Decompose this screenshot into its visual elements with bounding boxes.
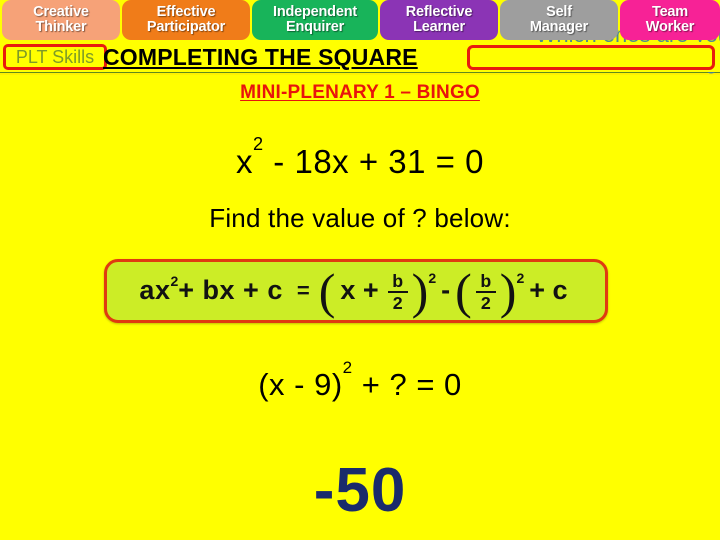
formula-close-paren-2: ) — [499, 263, 517, 320]
plt-pill-team-worker[interactable]: Team Worker — [620, 0, 720, 40]
plt-skill-pill-strip: Creative Thinker Effective Participator … — [0, 0, 720, 42]
plt-pill-reflective-learner[interactable]: Reflective Learner — [380, 0, 498, 40]
equation-two-exponent: 2 — [342, 358, 353, 378]
formula-minus-sign: - — [441, 275, 451, 306]
answer-input-box[interactable] — [467, 45, 715, 70]
plt-skills-badge[interactable]: PLT Skills — [3, 44, 107, 70]
plt-pill-creative-thinker-line1: Creative — [33, 4, 89, 21]
final-answer-value: -50 — [313, 456, 407, 525]
plt-skills-label: PLT Skills — [15, 46, 95, 67]
page-title: COMPLETING THE SQUARE — [103, 43, 418, 70]
equation-to-solve: x2 - 18x + 31 = 0 — [0, 134, 720, 181]
formula-lhs-rest: + bx + c — [178, 275, 283, 306]
completing-the-square-formula: ax 2 + bx + c = ( x + b 2 ) 2 - ( b 2 ) 2 +… — [139, 263, 572, 320]
completed-square-equation: (x - 9)2 + ? = 0 — [0, 358, 720, 403]
formula-exponent-1: 2 — [428, 269, 437, 286]
formula-fraction-2: b 2 — [475, 270, 496, 314]
plt-pill-effective-participator-line1: Effective — [156, 4, 216, 21]
equation-one-exponent: 2 — [253, 133, 264, 154]
formula-inside-term-1: x + — [340, 275, 379, 306]
instruction-text: Find the value of ? below: — [209, 203, 511, 233]
plt-pill-self-manager-line1: Self — [546, 4, 572, 21]
formula-fraction-2-denominator: 2 — [480, 293, 491, 314]
formula-fraction-2-numerator: b — [480, 270, 492, 291]
plt-pill-team-worker-line2: Worker — [645, 19, 695, 35]
formula-lhs: ax — [139, 275, 171, 306]
plt-pill-independent-enquirer-line2: Enquirer — [285, 19, 345, 35]
plt-pill-self-manager[interactable]: Self Manager — [500, 0, 618, 40]
plt-pill-independent-enquirer-line1: Independent — [273, 4, 357, 21]
plt-pill-independent-enquirer[interactable]: Independent Enquirer — [252, 0, 378, 40]
formula-fraction-1: b 2 — [387, 270, 408, 314]
plt-pill-effective-participator[interactable]: Effective Participator — [122, 0, 250, 40]
subtitle: MINI-PLENARY 1 – BINGO — [240, 82, 480, 103]
plt-pill-effective-participator-line2: Participator — [146, 19, 226, 35]
plt-pill-self-manager-line2: Manager — [529, 19, 589, 35]
plt-pill-creative-thinker[interactable]: Creative Thinker — [2, 0, 120, 40]
formula-open-paren-2: ( — [455, 263, 472, 320]
formula-plus-c: + c — [529, 275, 568, 306]
plt-pill-reflective-learner-line2: Learner — [413, 19, 465, 35]
formula-open-paren-1: ( — [318, 263, 336, 320]
formula-close-paren-1: ) — [411, 263, 429, 320]
equation-two-suffix: + ? = 0 — [352, 367, 462, 402]
formula-lhs-exponent: 2 — [170, 273, 179, 290]
equation-two-prefix: (x - 9) — [258, 367, 343, 402]
formula-exponent-2: 2 — [516, 269, 525, 286]
equation-one-rest: - 18x + 31 = 0 — [263, 143, 484, 180]
plt-pill-reflective-learner-line1: Reflective — [405, 4, 473, 21]
completing-the-square-formula-box: ax 2 + bx + c = ( x + b 2 ) 2 - ( b 2 ) 2 +… — [104, 259, 608, 323]
formula-fraction-1-numerator: b — [392, 270, 404, 291]
plt-pill-team-worker-line1: Team — [651, 4, 688, 21]
slide-canvas: Creative Thinker Effective Participator … — [0, 0, 720, 540]
formula-equals-sign: = — [296, 277, 310, 303]
equation-one-base: x — [236, 143, 254, 180]
plt-pill-creative-thinker-line2: Thinker — [35, 19, 87, 35]
formula-fraction-1-denominator: 2 — [392, 293, 403, 314]
